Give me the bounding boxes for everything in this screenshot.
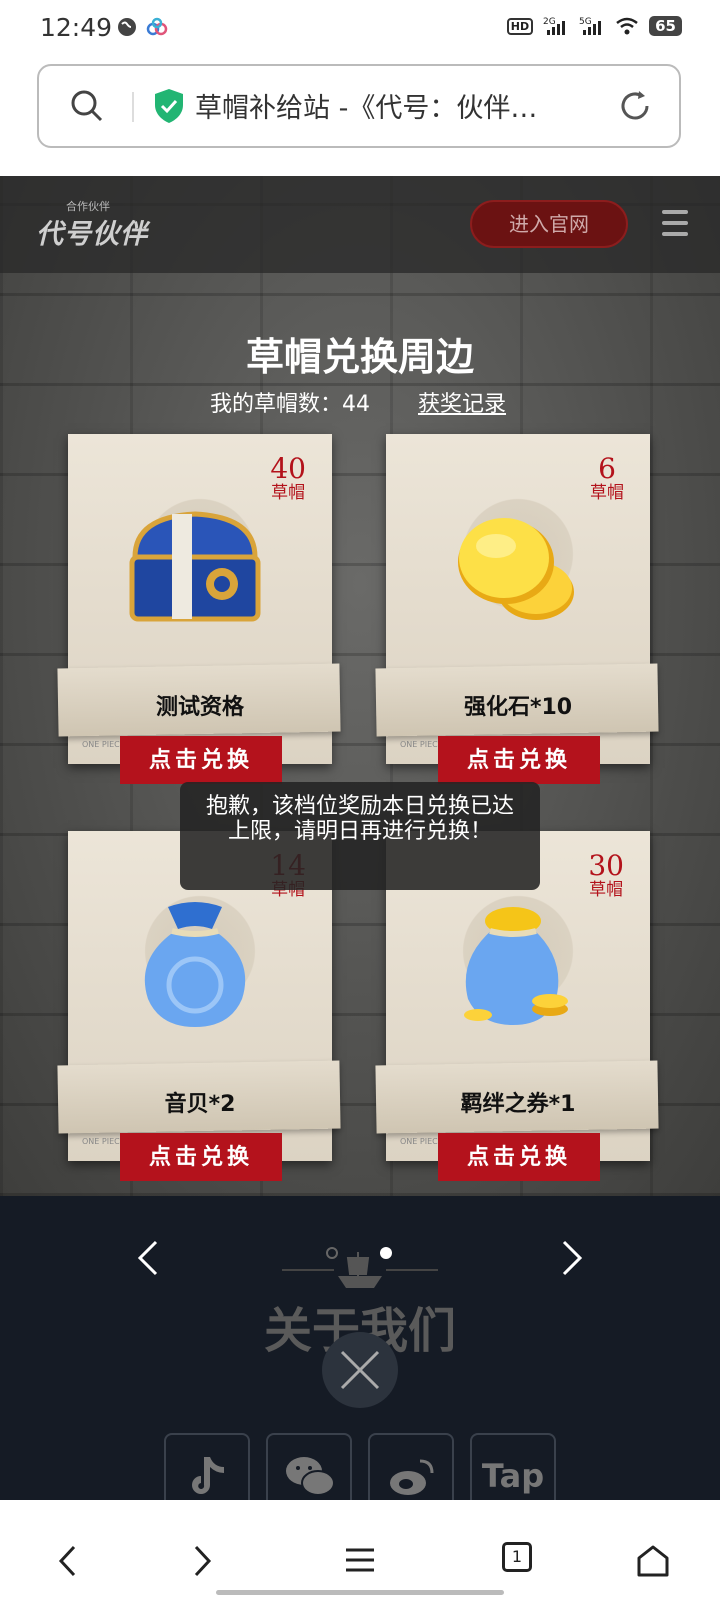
item-name: 强化石*10 [463, 695, 573, 720]
hamburger-menu-icon[interactable] [662, 210, 688, 243]
redeem-button[interactable]: 点击兑换 [438, 1133, 600, 1181]
site-logo[interactable]: 合作伙伴 代号伙伴 [36, 198, 150, 250]
weibo-button[interactable] [368, 1433, 454, 1501]
carousel-next-arrow-icon[interactable] [560, 1238, 584, 1278]
status-time: 12:49 [40, 13, 113, 42]
taptap-icon: Tap [481, 1457, 545, 1495]
status-bar: 12:49 HD 2G 5G 65 [0, 0, 720, 58]
tiktok-icon [192, 1457, 224, 1494]
prize-record-link[interactable]: 获奖记录 [418, 386, 506, 418]
webpage-content: 合作伙伴 代号伙伴 进入官网 草帽兑换周边 我的草帽数：44 获奖记录 40 草… [0, 176, 720, 1501]
blue-pouch-icon [144, 902, 246, 1027]
wifi-icon [616, 17, 638, 35]
search-icon[interactable] [69, 88, 105, 124]
redeem-button[interactable]: 点击兑换 [120, 736, 282, 784]
gesture-home-indicator[interactable] [216, 1590, 504, 1595]
hat-count: 我的草帽数：44 [210, 392, 371, 417]
item-name: 测试资格 [155, 695, 244, 720]
globe-icon [118, 18, 136, 36]
signal-2g-icon: 2G [543, 17, 566, 35]
reward-card: 40 草帽 测试资格 ONE PIECE 点击兑换 [57, 434, 341, 784]
price-tag: 40 草帽 [270, 452, 306, 503]
page-title: 草帽兑换周边 [245, 334, 474, 379]
redeem-button[interactable]: 点击兑换 [438, 736, 600, 784]
browser-bottom-nav: 1 [0, 1500, 720, 1600]
enter-official-site-button[interactable]: 进入官网 [470, 200, 628, 248]
gold-coin-icon [458, 518, 574, 620]
reward-card: 6 草帽 强化石*10 ONE PIECE 点击兑换 [375, 434, 659, 784]
redeem-button[interactable]: 点击兑换 [120, 1133, 282, 1181]
taptap-button[interactable]: Tap [470, 1433, 556, 1501]
item-name: 音贝*2 [164, 1092, 236, 1117]
tab-count: 1 [511, 1547, 523, 1566]
footer: 关于我们 Tap [0, 1196, 720, 1501]
pirate-ship-icon [282, 1252, 438, 1288]
menu-icon[interactable] [344, 1544, 376, 1576]
close-button[interactable] [322, 1332, 398, 1408]
address-bar[interactable]: 草帽补给站 -《代号：伙伴… [37, 64, 681, 148]
forward-icon[interactable] [190, 1544, 214, 1578]
wechat-icon [286, 1457, 335, 1496]
item-name: 羁绊之券*1 [460, 1092, 576, 1117]
limit-toast-message: 抱歉，该档位奖励本日兑换已达上限，请明日再进行兑换！ [180, 782, 540, 890]
tiktok-button[interactable] [164, 1433, 250, 1501]
hd-icon: HD [506, 17, 534, 35]
home-icon[interactable] [636, 1544, 670, 1578]
tabs-button[interactable]: 1 [502, 1542, 532, 1572]
svg-text:2G: 2G [543, 17, 556, 27]
treasure-chest-icon [129, 511, 261, 622]
back-icon[interactable] [56, 1544, 80, 1578]
battery-indicator: 65 [649, 16, 682, 36]
secure-shield-icon [155, 89, 183, 123]
close-icon[interactable] [322, 1332, 398, 1408]
wechat-button[interactable] [266, 1433, 352, 1501]
svg-text:5G: 5G [579, 17, 592, 27]
page-title-url[interactable]: 草帽补给站 -《代号：伙伴… [195, 86, 585, 125]
weibo-icon [390, 1459, 434, 1495]
signal-5g-icon: 5G [579, 17, 602, 35]
reload-icon[interactable] [617, 88, 653, 124]
price-tag: 30 草帽 [588, 849, 624, 900]
price-tag: 6 草帽 [590, 452, 624, 503]
carousel-prev-arrow-icon[interactable] [136, 1238, 160, 1278]
coin-pouch-icon [464, 907, 568, 1025]
app-cloud-icon [146, 17, 168, 36]
site-header: 合作伙伴 代号伙伴 进入官网 [0, 176, 720, 273]
